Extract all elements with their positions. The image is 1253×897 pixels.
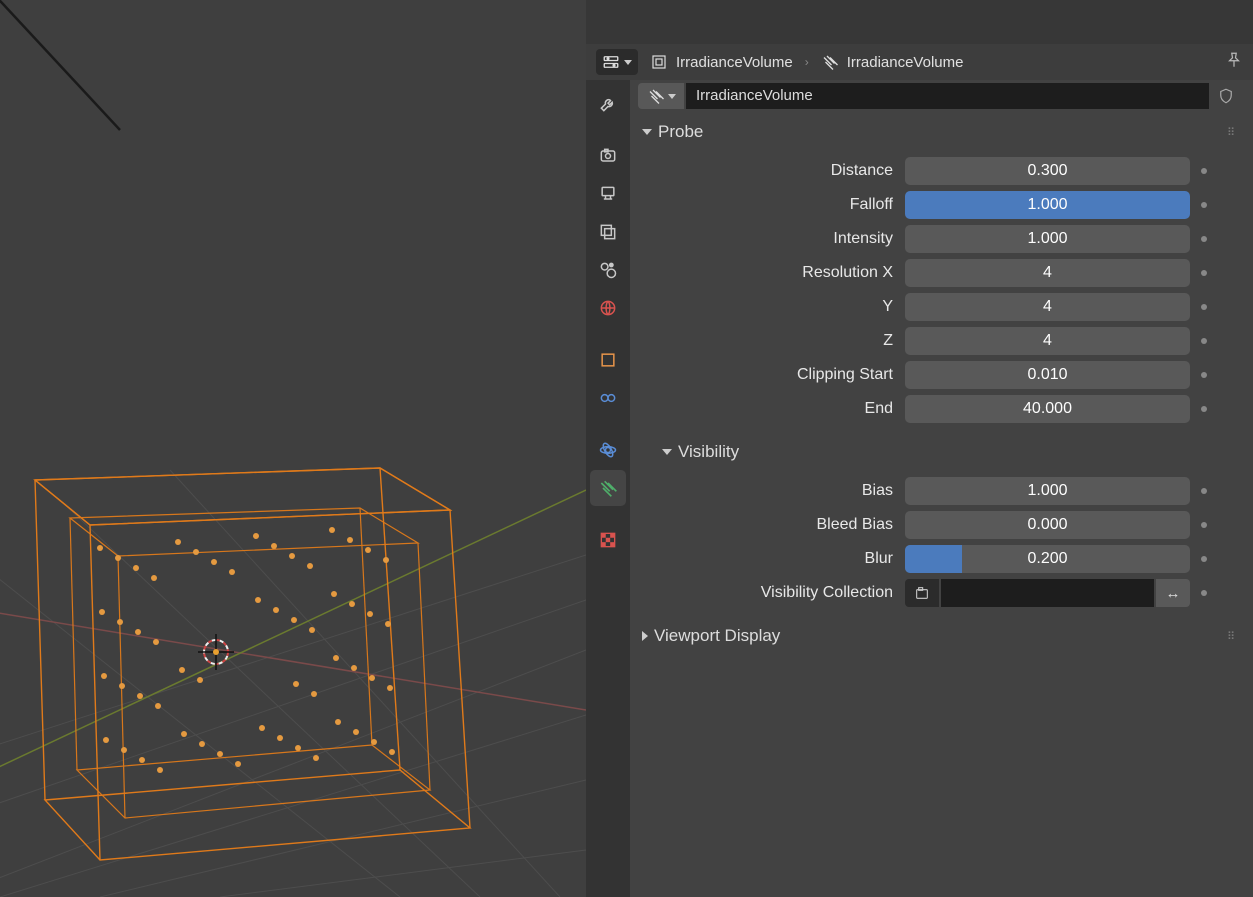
breadcrumb-object[interactable]: IrradianceVolume	[644, 49, 799, 75]
intensity-label: Intensity	[642, 230, 897, 248]
tab-render[interactable]	[590, 138, 626, 174]
tab-object[interactable]	[590, 342, 626, 378]
tab-scene[interactable]	[590, 252, 626, 288]
bias-field[interactable]: 1.000	[905, 477, 1190, 505]
breadcrumb-object-label: IrradianceVolume	[676, 54, 793, 71]
distance-field[interactable]: 0.300	[905, 157, 1190, 185]
pin-icon[interactable]	[1225, 51, 1243, 73]
bleed-bias-field[interactable]: 0.000	[905, 511, 1190, 539]
res-y-label: Y	[642, 298, 897, 316]
bleed-bias-label: Bleed Bias	[642, 516, 897, 534]
tab-viewlayer[interactable]	[590, 214, 626, 250]
properties-icon	[602, 53, 620, 71]
animate-dot[interactable]	[1198, 485, 1210, 497]
collection-icon	[914, 585, 930, 601]
grip-icon[interactable]: ⠿	[1227, 126, 1237, 139]
viewport-3d[interactable]	[0, 0, 586, 897]
breadcrumb: IrradianceVolume › IrradianceVolume	[586, 44, 1253, 80]
panel-viewport-display-title: Viewport Display	[654, 626, 780, 646]
visibility-collection-field[interactable]	[941, 579, 1154, 607]
clip-end-label: End	[642, 400, 897, 418]
datablock-browse[interactable]	[638, 83, 684, 109]
panel-viewport-display-header[interactable]: Viewport Display ⠿	[636, 620, 1243, 652]
distance-label: Distance	[642, 162, 897, 180]
tab-constraints[interactable]	[590, 380, 626, 416]
animate-dot[interactable]	[1198, 233, 1210, 245]
breadcrumb-data-label: IrradianceVolume	[847, 54, 964, 71]
tab-physics[interactable]	[590, 432, 626, 468]
falloff-field[interactable]: 1.000	[905, 191, 1190, 219]
falloff-label: Falloff	[642, 196, 897, 214]
double-arrow-icon: ↔	[1166, 585, 1181, 602]
blur-field[interactable]: 0.200	[905, 545, 1190, 573]
breadcrumb-data[interactable]: IrradianceVolume	[815, 49, 970, 75]
grip-icon[interactable]: ⠿	[1227, 630, 1237, 643]
animate-dot[interactable]	[1198, 301, 1210, 313]
chevron-down-icon	[624, 60, 632, 65]
panel-visibility-header[interactable]: Visibility	[636, 436, 1243, 468]
res-z-label: Z	[642, 332, 897, 350]
lightprobe-icon	[821, 53, 839, 71]
panel-visibility-title: Visibility	[678, 442, 739, 462]
panel-probe-title: Probe	[658, 122, 703, 142]
properties-tabs	[586, 80, 630, 897]
object-icon	[650, 53, 668, 71]
tab-tool[interactable]	[590, 86, 626, 122]
clip-end-field[interactable]: 40.000	[905, 395, 1190, 423]
clip-start-label: Clipping Start	[642, 366, 897, 384]
animate-dot[interactable]	[1198, 369, 1210, 381]
animate-dot[interactable]	[1198, 335, 1210, 347]
res-z-field[interactable]: 4	[905, 327, 1190, 355]
lightprobe-icon	[647, 87, 665, 105]
intensity-field[interactable]: 1.000	[905, 225, 1190, 253]
tab-output[interactable]	[590, 176, 626, 212]
breadcrumb-separator-icon: ›	[805, 55, 809, 69]
res-y-field[interactable]: 4	[905, 293, 1190, 321]
animate-dot[interactable]	[1198, 199, 1210, 211]
disclosure-triangle-icon	[662, 449, 672, 455]
res-x-field[interactable]: 4	[905, 259, 1190, 287]
blur-label: Blur	[642, 550, 897, 568]
panel-probe-header[interactable]: Probe ⠿	[636, 116, 1243, 148]
tab-world[interactable]	[590, 290, 626, 326]
editor-type-selector[interactable]	[596, 49, 638, 75]
clip-start-field[interactable]: 0.010	[905, 361, 1190, 389]
tab-texture[interactable]	[590, 522, 626, 558]
res-x-label: Resolution X	[642, 264, 897, 282]
visibility-collection-invert[interactable]: ↔	[1156, 579, 1190, 607]
visibility-collection-browse[interactable]	[905, 579, 939, 607]
disclosure-triangle-icon	[642, 129, 652, 135]
animate-dot[interactable]	[1198, 403, 1210, 415]
bias-label: Bias	[642, 482, 897, 500]
shield-icon	[1217, 87, 1235, 105]
visibility-collection-label: Visibility Collection	[642, 584, 897, 602]
animate-dot[interactable]	[1198, 519, 1210, 531]
datablock-name-field[interactable]: IrradianceVolume	[686, 83, 1209, 109]
tab-object-data[interactable]	[590, 470, 626, 506]
fake-user-toggle[interactable]	[1211, 83, 1241, 109]
disclosure-triangle-icon	[642, 631, 648, 641]
animate-dot[interactable]	[1198, 267, 1210, 279]
animate-dot[interactable]	[1198, 553, 1210, 565]
animate-dot[interactable]	[1198, 165, 1210, 177]
chevron-down-icon	[668, 94, 676, 99]
animate-dot[interactable]	[1198, 587, 1210, 599]
